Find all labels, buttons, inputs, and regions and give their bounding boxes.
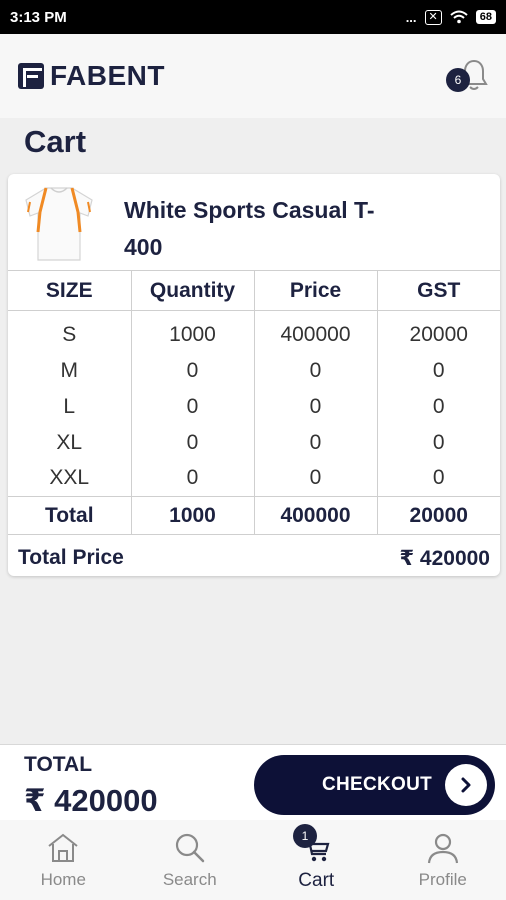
gst-cell: 0 — [432, 466, 445, 490]
price-cell: 0 — [254, 424, 378, 461]
gst-cell: 0 — [432, 394, 445, 418]
checkout-label: CHECKOUT — [322, 774, 433, 795]
gst-cell: 20000 — [409, 322, 468, 346]
chevron-right-icon — [445, 764, 487, 806]
table-header-row: SIZE Quantity Price GST — [8, 270, 500, 311]
status-icons: ... ✕ 68 — [405, 9, 496, 25]
sim-icon: ✕ — [424, 9, 442, 25]
table-row: M 0 0 0 — [8, 352, 500, 389]
checkout-summary-bar: TOTAL ₹ 420000 CHECKOUT — [0, 744, 506, 820]
nav-item-home[interactable]: Home — [0, 820, 127, 900]
nav-label-profile: Profile — [418, 870, 467, 889]
gst-cell: 0 — [432, 358, 445, 382]
table-row: XL 0 0 0 — [8, 424, 500, 461]
brand-name: FABENT — [50, 60, 165, 91]
wifi-icon — [450, 10, 468, 24]
quantity-cell: 0 — [131, 352, 255, 389]
product-row[interactable]: White Sports Casual T-400 — [8, 174, 500, 270]
summary-total-value: ₹ 420000 — [24, 783, 158, 818]
total-price-label: Total Price — [18, 546, 124, 569]
table-row: S 1000 400000 20000 — [8, 310, 500, 353]
quantity-cell: 0 — [131, 424, 255, 461]
price-cell: 400000 — [254, 310, 378, 353]
cart-item-card: White Sports Casual T-400 SIZE Quantity … — [8, 174, 500, 576]
quantity-cell: 0 — [131, 388, 255, 425]
quantity-cell: 0 — [131, 460, 255, 497]
notification-badge: 6 — [446, 68, 470, 92]
price-cell: 0 — [254, 460, 378, 497]
nav-item-cart[interactable]: 1 Cart — [253, 820, 380, 900]
quantity-cell: 1000 — [131, 310, 255, 353]
page-title: Cart — [24, 124, 87, 159]
brand-logo-icon — [18, 63, 44, 89]
checkout-button[interactable]: CHECKOUT — [254, 755, 495, 815]
size-cell: XXL — [8, 460, 132, 497]
total-price-cell: 400000 — [254, 496, 378, 535]
product-image — [25, 187, 93, 261]
brand: FABENT — [18, 60, 165, 92]
nav-label-cart: Cart — [298, 870, 335, 891]
status-bar: 3:13 PM ... ✕ 68 — [0, 0, 506, 34]
more-dots-icon: ... — [405, 9, 417, 25]
total-quantity-cell: 1000 — [131, 496, 255, 535]
size-breakdown-table: SIZE Quantity Price GST S 1000 400000 20… — [8, 270, 500, 535]
bottom-nav: Home Search 1 Cart Profile — [0, 820, 506, 900]
battery-icon: 68 — [475, 10, 496, 24]
column-header-price: Price — [254, 270, 378, 311]
nav-item-search[interactable]: Search — [127, 820, 254, 900]
nav-label-search: Search — [162, 870, 217, 889]
total-gst-cell: 20000 — [377, 496, 500, 535]
table-total-row: Total 1000 400000 20000 — [8, 496, 500, 535]
size-cell: L — [8, 388, 132, 425]
column-header-quantity: Quantity — [131, 270, 255, 311]
table-row: XXL 0 0 0 — [8, 460, 500, 497]
column-header-gst: GST — [377, 270, 500, 311]
summary-total-label: TOTAL — [24, 753, 93, 776]
price-cell: 0 — [254, 388, 378, 425]
total-price-row: Total Price ₹ 420000 — [8, 535, 500, 576]
product-name: White Sports Casual T-400 — [124, 197, 375, 260]
home-icon — [48, 833, 78, 862]
column-header-size: SIZE — [8, 270, 132, 311]
price-cell: 0 — [254, 352, 378, 389]
cart-badge: 1 — [293, 824, 317, 848]
nav-item-profile[interactable]: Profile — [380, 820, 506, 900]
gst-cell: 0 — [432, 430, 445, 454]
notifications-button[interactable]: 6 — [444, 54, 488, 98]
size-cell: XL — [8, 424, 132, 461]
total-label-cell: Total — [8, 496, 132, 535]
total-price-value: ₹ 420000 — [399, 546, 490, 570]
size-cell: M — [8, 352, 132, 389]
table-row: L 0 0 0 — [8, 388, 500, 425]
status-time: 3:13 PM — [10, 8, 67, 26]
nav-label-home: Home — [40, 870, 86, 889]
app-header: FABENT 6 — [0, 34, 506, 118]
size-cell: S — [8, 310, 132, 353]
profile-icon — [427, 833, 458, 864]
search-icon — [175, 833, 204, 863]
